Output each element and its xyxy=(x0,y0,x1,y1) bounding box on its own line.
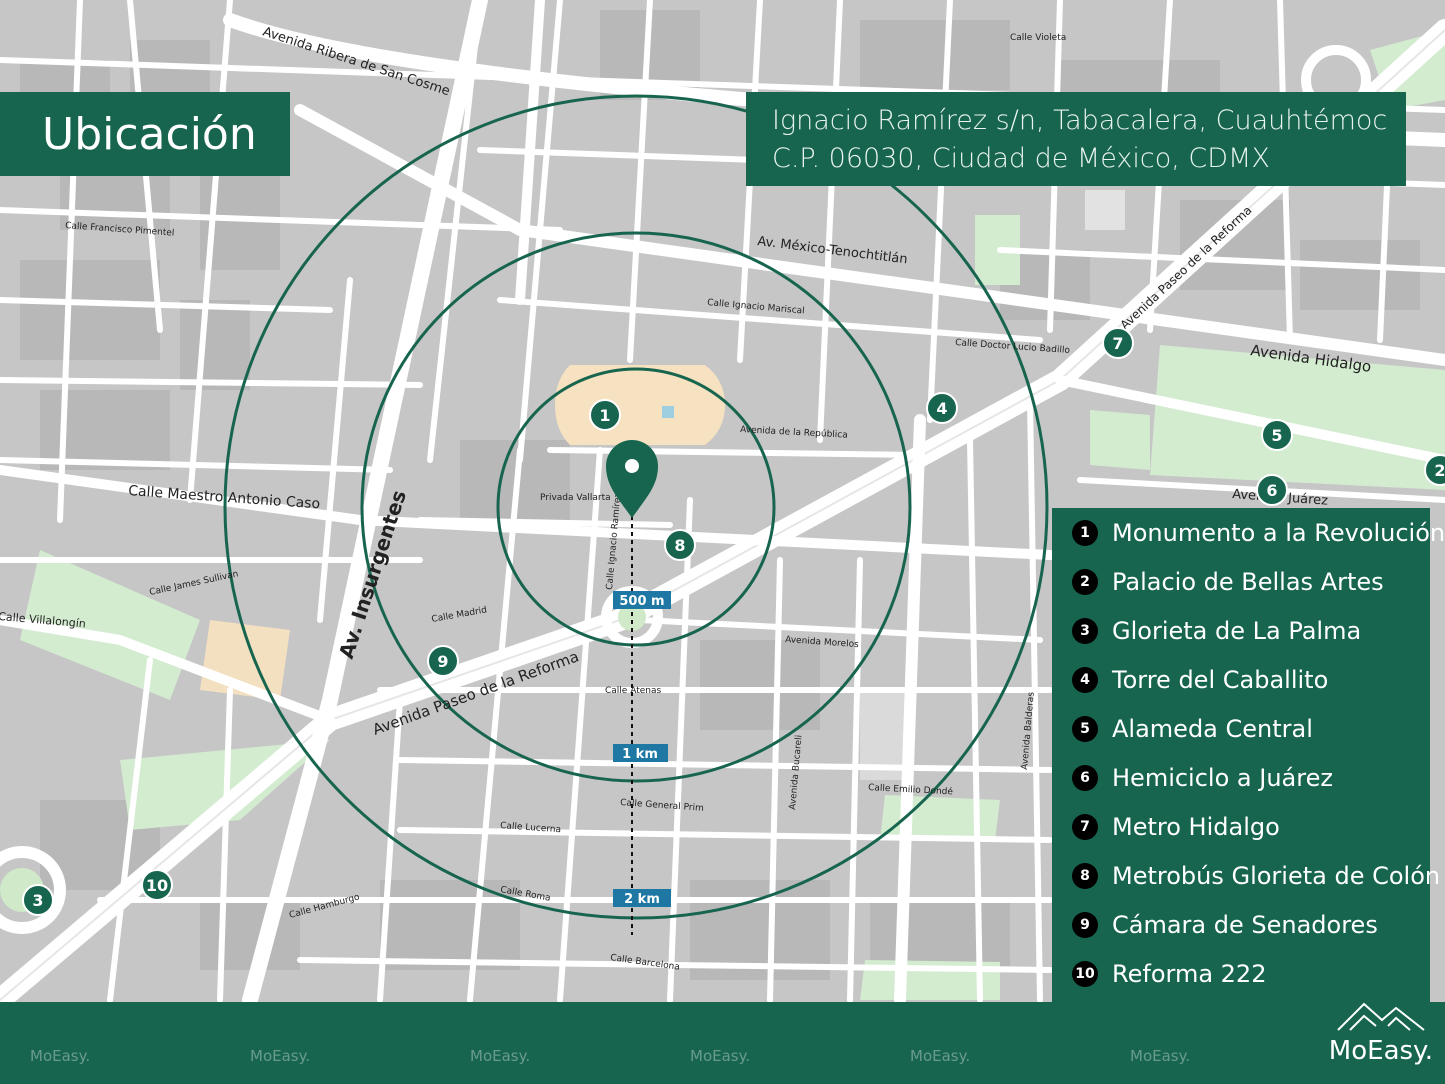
map-marker-label: 1 xyxy=(599,406,610,425)
legend-label: Glorieta de La Palma xyxy=(1112,617,1362,645)
map-marker-label: 6 xyxy=(1266,481,1277,500)
map-marker-9[interactable]: 9 xyxy=(427,645,459,677)
legend-panel: 1 Monumento a la Revolución 2 Palacio de Be… xyxy=(1052,508,1445,1002)
legend-label: Cámara de Senadores xyxy=(1112,911,1378,939)
legend-label: Monumento a la Revolución xyxy=(1112,519,1445,547)
map-marker-2[interactable]: 2 xyxy=(1424,454,1445,486)
address-line-1: Ignacio Ramírez s/n, Tabacalera, Cuauhté… xyxy=(772,105,1388,136)
legend-number: 1 xyxy=(1072,520,1098,546)
page-title: Ubicación xyxy=(42,108,257,160)
street-label-violeta: Calle Violeta xyxy=(1010,33,1066,43)
map-marker-label: 4 xyxy=(936,399,947,418)
legend-number: 4 xyxy=(1072,667,1098,693)
legend-item: 7 Metro Hidalgo xyxy=(1072,807,1280,847)
map-marker-label: 7 xyxy=(1112,334,1123,353)
legend-item: 3 Glorieta de La Palma xyxy=(1072,611,1361,651)
map-marker-label: 9 xyxy=(437,652,448,671)
legend-number: 8 xyxy=(1072,863,1098,889)
legend-label: Alameda Central xyxy=(1112,715,1313,743)
legend-item: 8 Metrobús Glorieta de Colón xyxy=(1072,856,1440,896)
legend-number: 7 xyxy=(1072,814,1098,840)
legend-label: Torre del Caballito xyxy=(1112,666,1329,694)
watermark: MoEasy. xyxy=(250,1047,311,1065)
map-marker-6[interactable]: 6 xyxy=(1256,474,1288,506)
legend-label: Palacio de Bellas Artes xyxy=(1112,568,1384,596)
legend-number: 10 xyxy=(1072,961,1098,987)
map-marker-label: 5 xyxy=(1271,426,1282,445)
radius-label-500m: 500 m xyxy=(619,594,664,609)
title-box: Ubicación xyxy=(0,92,290,176)
watermark: MoEasy. xyxy=(30,1047,91,1065)
legend-item: 6 Hemiciclo a Juárez xyxy=(1072,758,1333,798)
monument-plaza xyxy=(555,365,725,445)
legend-item: 4 Torre del Caballito xyxy=(1072,660,1328,700)
map-marker-10[interactable]: 10 xyxy=(141,869,173,901)
map-marker-4[interactable]: 4 xyxy=(926,392,958,424)
legend-number: 3 xyxy=(1072,618,1098,644)
watermark: MoEasy. xyxy=(910,1047,971,1065)
map-marker-5[interactable]: 5 xyxy=(1261,419,1293,451)
brand-logo: MoEasy. xyxy=(1329,996,1433,1066)
map-marker-3[interactable]: 3 xyxy=(22,884,54,916)
watermark: MoEasy. xyxy=(470,1047,531,1065)
legend-number: 9 xyxy=(1072,912,1098,938)
legend-item: 5 Alameda Central xyxy=(1072,709,1313,749)
legend-item: 10 Reforma 222 xyxy=(1072,954,1266,994)
legend-label: Metro Hidalgo xyxy=(1112,813,1280,841)
legend-number: 5 xyxy=(1072,716,1098,742)
map-marker-7[interactable]: 7 xyxy=(1102,327,1134,359)
watermark: MoEasy. xyxy=(1130,1047,1191,1065)
map-marker-label: 10 xyxy=(146,876,168,895)
legend-item: 9 Cámara de Senadores xyxy=(1072,905,1378,945)
house-logo-icon xyxy=(1337,1002,1425,1031)
legend-number: 6 xyxy=(1072,765,1098,791)
legend-item: 2 Palacio de Bellas Artes xyxy=(1072,562,1384,602)
radius-label-1km: 1 km xyxy=(622,747,658,762)
map-marker-label: 3 xyxy=(32,891,43,910)
street-label-vallarta: Privada Vallarta xyxy=(540,493,611,503)
legend-item: 1 Monumento a la Revolución xyxy=(1072,513,1445,553)
legend-number: 2 xyxy=(1072,569,1098,595)
radius-label-2km: 2 km xyxy=(624,892,660,907)
map-marker-label: 8 xyxy=(674,536,685,555)
legend-label: Reforma 222 xyxy=(1112,960,1267,988)
address-line-2: C.P. 06030, Ciudad de México, CDMX xyxy=(772,143,1270,174)
map-marker-8[interactable]: 8 xyxy=(664,529,696,561)
brand-name: MoEasy. xyxy=(1328,1036,1433,1066)
map-marker-1[interactable]: 1 xyxy=(589,399,621,431)
legend-label: Metrobús Glorieta de Colón xyxy=(1112,862,1441,890)
watermark: MoEasy. xyxy=(690,1047,751,1065)
street-label-atenas: Calle Atenas xyxy=(605,686,661,696)
legend-label: Hemiciclo a Juárez xyxy=(1112,764,1333,792)
map-marker-label: 2 xyxy=(1434,461,1445,480)
footer-bar: MoEasy. MoEasy. MoEasy. MoEasy. MoEasy. … xyxy=(0,1002,1445,1084)
address-box: Ignacio Ramírez s/n, Tabacalera, Cuauhté… xyxy=(746,92,1406,186)
